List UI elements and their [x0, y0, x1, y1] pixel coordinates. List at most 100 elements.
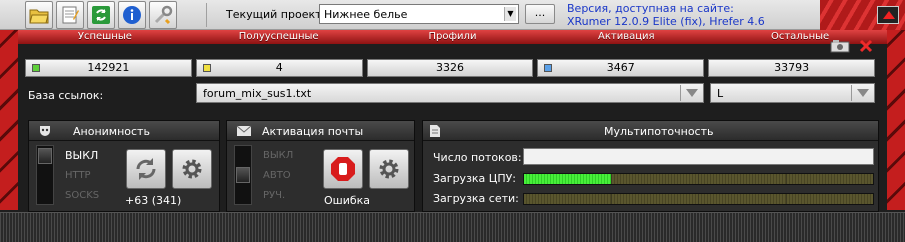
toolbar-separator: [206, 3, 207, 27]
status-dot: [32, 64, 40, 72]
counter-value: 33793: [774, 61, 810, 74]
gear-icon: [379, 159, 399, 179]
option-auto[interactable]: АВТО: [263, 170, 291, 181]
toolbar: Текущий проект: Нижнее белье ▼ ... Верси…: [0, 0, 905, 30]
document-icon: [430, 125, 440, 137]
refresh-icon: [92, 6, 110, 24]
activation-settings-button[interactable]: [369, 149, 409, 189]
refresh-button[interactable]: [87, 1, 115, 29]
links-file-value: forum_mix_sus1.txt: [203, 87, 312, 100]
result-counters: 142921 4 3326 3467 33793: [25, 59, 875, 77]
proxy-count: +63 (341): [125, 194, 182, 207]
counter-value: 3326: [435, 61, 464, 74]
envelope-icon: [236, 125, 252, 136]
panel-title: Активация почты: [262, 125, 364, 138]
meter-segment: [786, 194, 873, 204]
switch-knob[interactable]: [38, 148, 52, 164]
counter-successful[interactable]: 142921: [25, 59, 192, 77]
counter-value: 3467: [606, 61, 635, 74]
option-manual[interactable]: РУЧ.: [263, 190, 285, 201]
status-dot: [544, 64, 553, 72]
edit-button[interactable]: [56, 1, 84, 29]
panel-header: Активация почты: [227, 121, 414, 141]
panel-title: Мультипоточность: [604, 125, 714, 138]
meter-segment: [524, 174, 611, 184]
meter-segment: [786, 174, 873, 184]
stop-hand-icon: [331, 157, 355, 181]
proxy-settings-button[interactable]: [172, 149, 212, 189]
panel-title: Анонимность: [73, 125, 150, 138]
panel-header: Мультипоточность: [423, 121, 878, 141]
option-socks[interactable]: SOCKS: [65, 190, 99, 201]
info-button[interactable]: [118, 1, 146, 29]
threads-label: Число потоков:: [433, 151, 522, 164]
left-decoration: [0, 30, 18, 210]
counter-half-successful[interactable]: 4: [195, 59, 363, 77]
open-folder-button[interactable]: [25, 1, 53, 29]
project-label: Текущий проект:: [226, 8, 326, 21]
version-caption: Версия, доступная на сайте:: [567, 2, 734, 15]
bottom-grille: [0, 212, 905, 242]
option-http[interactable]: HTTP: [65, 170, 91, 181]
counter-others[interactable]: 33793: [708, 59, 875, 77]
meter-segment: [611, 194, 698, 204]
wrench-icon: [154, 5, 173, 25]
threads-count-input[interactable]: [523, 148, 874, 165]
tab-successful[interactable]: Успешные: [18, 30, 192, 44]
results-tabs: Успешные Полууспешные Профили Активация …: [18, 30, 887, 44]
collapse-up-button[interactable]: [877, 6, 899, 24]
activation-status: Ошибка: [324, 194, 371, 207]
links-file-select[interactable]: forum_mix_sus1.txt: [196, 83, 704, 103]
cpu-load-label: Загрузка ЦПУ:: [433, 172, 517, 185]
counter-profiles[interactable]: 3326: [366, 59, 534, 77]
project-select[interactable]: Нижнее белье ▼: [319, 4, 519, 24]
meter-segment: [699, 194, 786, 204]
close-icon: [859, 39, 873, 53]
stop-activation-button[interactable]: [323, 149, 363, 189]
chevron-down-icon[interactable]: [857, 89, 869, 97]
meter-segment: [524, 194, 611, 204]
divider: [680, 85, 681, 101]
tools-button[interactable]: [149, 1, 177, 29]
gear-icon: [182, 159, 202, 179]
refresh-icon: [136, 158, 156, 180]
counter-value: 4: [275, 61, 283, 74]
option-off[interactable]: ВЫКЛ: [65, 149, 98, 162]
notepad-icon: [62, 6, 79, 24]
screenshot-button[interactable]: [830, 39, 850, 53]
folder-icon: [29, 9, 49, 24]
network-load-meter: [523, 193, 874, 205]
browse-project-button[interactable]: ...: [525, 4, 555, 24]
links-mode-value: L: [717, 87, 724, 100]
info-icon: [123, 6, 141, 24]
divider: [851, 85, 852, 101]
status-dot: [202, 64, 211, 72]
chevron-down-icon[interactable]: ▼: [504, 7, 516, 21]
anonymity-switch[interactable]: [36, 145, 54, 205]
anonymity-panel: Анонимность ВЫКЛ HTTP SOCKS +63 (341): [28, 120, 220, 212]
switch-knob[interactable]: [236, 167, 250, 183]
refresh-proxy-button[interactable]: [126, 149, 166, 189]
tab-half-successful[interactable]: Полууспешные: [192, 30, 366, 44]
meter-segment: [611, 174, 698, 184]
camera-icon: [830, 40, 850, 53]
links-mode-select[interactable]: L: [710, 83, 875, 103]
meter-segment: [699, 174, 786, 184]
close-button[interactable]: [858, 39, 874, 53]
panel-header: Анонимность: [29, 121, 219, 141]
cpu-load-meter: [523, 173, 874, 185]
option-off[interactable]: ВЫКЛ: [263, 150, 293, 161]
chevron-down-icon[interactable]: [686, 89, 698, 97]
mail-activation-panel: Активация почты ВЫКЛ АВТО РУЧ. Ошибка: [226, 120, 415, 212]
multithreading-panel: Мультипоточность Число потоков: Загрузка…: [422, 120, 879, 212]
mask-icon: [40, 126, 50, 136]
project-value: Нижнее белье: [324, 8, 408, 21]
tab-activation[interactable]: Активация: [539, 30, 713, 44]
tab-profiles[interactable]: Профили: [366, 30, 540, 44]
activation-switch[interactable]: [234, 145, 252, 205]
version-info-link[interactable]: XRumer 12.0.9 Elite (fix), Hrefer 4.6: [567, 15, 765, 28]
links-base-label: База ссылок:: [28, 89, 104, 102]
network-load-label: Загрузка сети:: [433, 192, 519, 205]
right-decoration: [887, 30, 905, 210]
counter-activation[interactable]: 3467: [537, 59, 705, 77]
